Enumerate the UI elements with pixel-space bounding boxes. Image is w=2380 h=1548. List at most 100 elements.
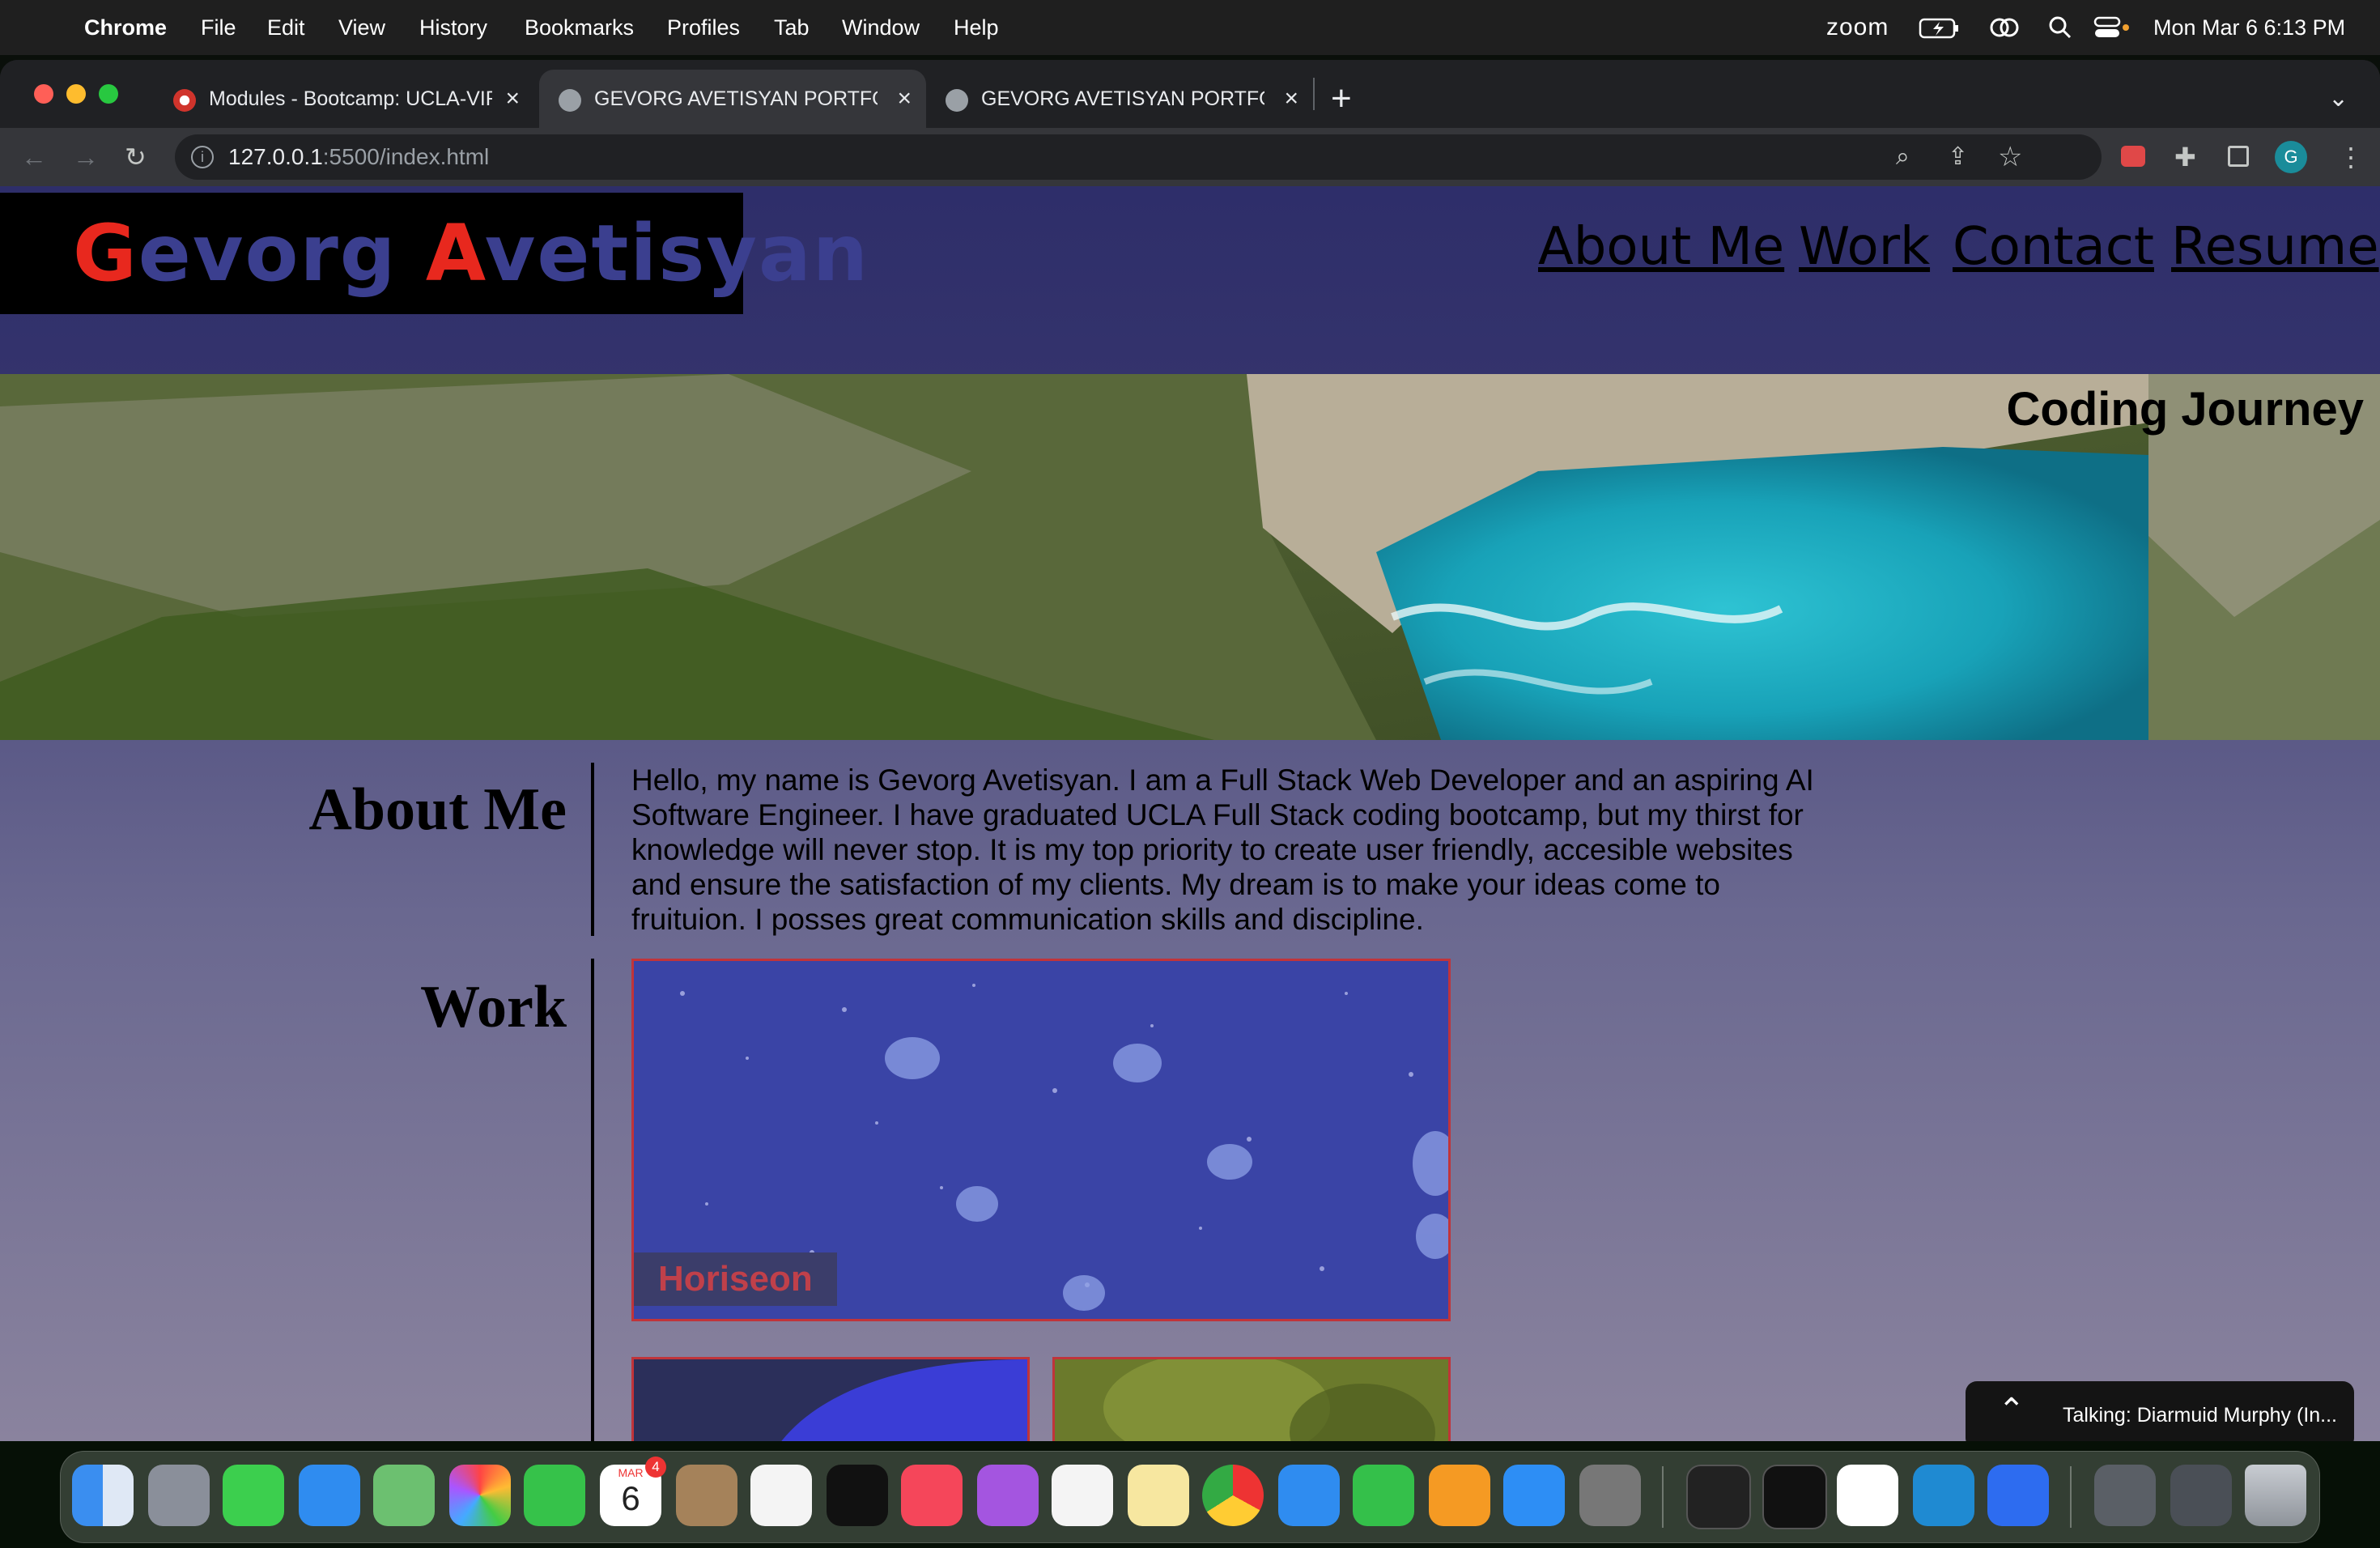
calendar-icon[interactable]: MAR 6 4: [600, 1457, 666, 1526]
spotlight-search-icon[interactable]: [2048, 0, 2072, 55]
activity-monitor-icon[interactable]: [1686, 1465, 1751, 1529]
control-center-icon[interactable]: [2093, 0, 2131, 55]
abstract-green-image: [1103, 1359, 1435, 1441]
menubar-clock[interactable]: Mon Mar 6 6:13 PM: [2153, 0, 2345, 55]
app-store-icon[interactable]: [1503, 1465, 1565, 1526]
site-logo-text: Gevorg Avetisyan: [73, 208, 870, 299]
extensions-puzzle-icon[interactable]: ✚: [2174, 128, 2196, 186]
launchpad-icon[interactable]: [148, 1465, 210, 1526]
photos-icon[interactable]: [449, 1465, 511, 1526]
zoom-magnifier-icon[interactable]: ⌕: [1896, 128, 1910, 186]
slack-icon[interactable]: [1837, 1465, 1898, 1526]
site-logo: Gevorg Avetisyan: [0, 193, 868, 314]
url-text[interactable]: 127.0.0.1:5500/index.html: [228, 134, 489, 180]
messages-icon[interactable]: [223, 1465, 284, 1526]
menu-edit[interactable]: Edit: [267, 0, 305, 55]
chrome-icon[interactable]: [1202, 1465, 1264, 1526]
music-icon[interactable]: [901, 1465, 963, 1526]
menu-file[interactable]: File: [201, 0, 236, 55]
browser-tab-modules[interactable]: Modules - Bootcamp: UCLA-VIRT ×: [154, 70, 534, 128]
planet-image: [781, 1359, 1027, 1441]
macos-menubar: Chrome File Edit View History Bookmarks …: [0, 0, 2380, 55]
pages-icon[interactable]: [1429, 1465, 1490, 1526]
globe-favicon-icon: [946, 89, 968, 112]
menu-app-name[interactable]: Chrome: [84, 0, 167, 55]
menu-help[interactable]: Help: [954, 0, 999, 55]
work-card[interactable]: [1052, 1357, 1451, 1441]
tab-search-chevron-icon[interactable]: ⌄: [2328, 70, 2348, 128]
zoom-talking-notification[interactable]: ⌃ Talking: Diarmuid Murphy (In...: [1966, 1381, 2354, 1449]
reminders-icon[interactable]: [750, 1465, 812, 1526]
podcasts-icon[interactable]: [977, 1465, 1039, 1526]
downloads-stack-icon[interactable]: [2094, 1465, 2156, 1526]
tab-title: GEVORG AVETISYAN PORTFOLIO: [981, 87, 1264, 110]
mail-icon[interactable]: [299, 1465, 360, 1526]
chevron-up-icon[interactable]: ⌃: [1998, 1393, 2025, 1428]
zoom-status-label[interactable]: zoom: [1826, 0, 1889, 55]
browser-toolbar: ← → ↻ i 127.0.0.1:5500/index.html ⌕ ⇪ ☆ …: [0, 128, 2380, 186]
close-tab-icon[interactable]: ×: [897, 70, 912, 128]
menu-history[interactable]: History: [419, 0, 487, 55]
screen-mirroring-icon[interactable]: [1985, 0, 2024, 55]
browser-tab-portfolio-active[interactable]: GEVORG AVETISYAN PORTFOLIO ×: [539, 70, 926, 128]
back-arrow-icon[interactable]: ←: [21, 128, 47, 186]
numbers-icon[interactable]: [1353, 1465, 1414, 1526]
reload-icon[interactable]: ↻: [125, 128, 147, 186]
battery-icon[interactable]: [1919, 0, 1961, 55]
calendar-badge: 4: [645, 1457, 666, 1478]
notes-icon[interactable]: [1128, 1465, 1189, 1526]
menu-view[interactable]: View: [338, 0, 385, 55]
finder-icon[interactable]: [72, 1465, 134, 1526]
menu-profiles[interactable]: Profiles: [667, 0, 740, 55]
apple-tv-icon[interactable]: [827, 1465, 888, 1526]
dock-divider: [1662, 1466, 1664, 1528]
zoom-icon[interactable]: [1987, 1465, 2049, 1526]
work-card-horiseon[interactable]: Horiseon: [631, 959, 1451, 1321]
nav-about-me-link[interactable]: About Me: [1538, 217, 1784, 277]
close-tab-icon[interactable]: ×: [1284, 70, 1298, 128]
nav-resume-link[interactable]: Resume: [2171, 217, 2379, 277]
menu-window[interactable]: Window: [842, 0, 920, 55]
site-info-icon[interactable]: i: [191, 146, 214, 168]
vscode-icon[interactable]: [1913, 1465, 1974, 1526]
zoom-window-button[interactable]: [99, 84, 118, 104]
menu-tab[interactable]: Tab: [774, 0, 810, 55]
profile-avatar[interactable]: G: [2275, 141, 2307, 173]
work-card[interactable]: [631, 1357, 1030, 1441]
globe-favicon-icon: [559, 89, 581, 112]
browser-tab-portfolio[interactable]: GEVORG AVETISYAN PORTFOLIO ×: [926, 70, 1313, 128]
dock-divider: [2070, 1466, 2072, 1528]
bookmark-star-icon[interactable]: ☆: [1998, 128, 2022, 186]
nav-contact-link[interactable]: Contact: [1953, 217, 2154, 277]
address-bar[interactable]: i 127.0.0.1:5500/index.html ⌕ ⇪ ☆: [175, 134, 2102, 180]
facetime-icon[interactable]: [524, 1465, 585, 1526]
nav-work-link[interactable]: Work: [1799, 217, 1930, 277]
section-divider-line: [591, 959, 594, 1441]
trash-icon[interactable]: [2245, 1465, 2306, 1526]
contacts-icon[interactable]: [676, 1465, 737, 1526]
hero-title: Coding Journey: [2006, 383, 2364, 436]
screenshots-stack-icon[interactable]: [2170, 1465, 2232, 1526]
new-tab-button[interactable]: +: [1331, 70, 1352, 128]
forward-arrow-icon[interactable]: →: [73, 128, 99, 186]
keynote-icon[interactable]: [1278, 1465, 1340, 1526]
tab-divider: [1313, 78, 1315, 110]
web-page: Gevorg Avetisyan About Me Work Contact R…: [0, 186, 2380, 1441]
calendar-day: 6: [621, 1479, 640, 1517]
close-tab-icon[interactable]: ×: [505, 70, 520, 128]
system-settings-icon[interactable]: [1579, 1465, 1641, 1526]
macos-dock: MAR 6 4: [60, 1451, 2320, 1543]
news-icon[interactable]: [1052, 1465, 1113, 1526]
more-menu-icon[interactable]: ⋮: [2338, 128, 2364, 186]
side-panel-icon[interactable]: [2228, 146, 2249, 167]
terminal-icon[interactable]: [1762, 1465, 1827, 1529]
chrome-window: Modules - Bootcamp: UCLA-VIRT × GEVORG A…: [0, 60, 2380, 1441]
work-card-label: Horiseon: [634, 1252, 837, 1306]
about-me-paragraph: Hello, my name is Gevorg Avetisyan. I am…: [631, 763, 1814, 936]
share-icon[interactable]: ⇪: [1948, 128, 1968, 186]
close-window-button[interactable]: [34, 84, 53, 104]
minimize-window-button[interactable]: [66, 84, 86, 104]
extension-record-icon[interactable]: [2121, 146, 2145, 167]
maps-icon[interactable]: [373, 1465, 435, 1526]
menu-bookmarks[interactable]: Bookmarks: [525, 0, 634, 55]
